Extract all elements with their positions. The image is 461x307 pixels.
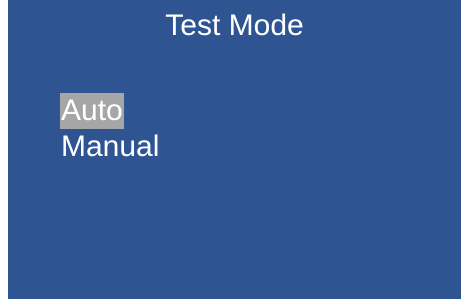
menu-item-auto[interactable]: Auto <box>60 93 160 129</box>
menu-item-label: Auto <box>60 93 124 129</box>
test-mode-menu: Auto Manual <box>60 93 160 165</box>
menu-item-manual[interactable]: Manual <box>60 129 160 165</box>
test-mode-screen: Test Mode Auto Manual <box>8 0 461 299</box>
menu-item-label: Manual <box>61 130 160 163</box>
screen-title: Test Mode <box>165 9 304 42</box>
